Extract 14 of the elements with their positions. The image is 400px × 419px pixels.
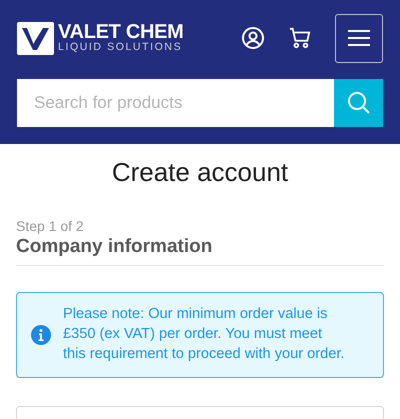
menu-button[interactable] xyxy=(335,14,383,62)
search-icon xyxy=(346,91,370,115)
menu-icon xyxy=(348,29,370,47)
account-icon[interactable] xyxy=(241,26,265,50)
logo-tagline: LIQUID SOLUTIONS xyxy=(58,42,184,54)
cart-icon[interactable] xyxy=(289,27,311,49)
logo-name: VALET CHEM xyxy=(58,22,184,42)
info-icon xyxy=(31,325,51,346)
page-title: Create account xyxy=(110,156,290,189)
step-label: Step 1 of 2 xyxy=(16,218,85,235)
search-field[interactable]: Search for products xyxy=(17,79,334,127)
section-title: Company information xyxy=(16,234,214,259)
notice-text: Please note: Our minimum order value is £350 (ex VAT) per order. You must meet this requirement to proceed with your order. xyxy=(63,305,346,364)
logo-icon xyxy=(17,22,54,54)
